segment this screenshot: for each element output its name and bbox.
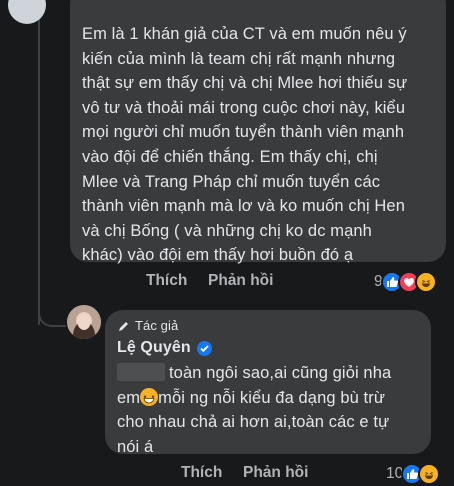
reply-line-1: toàn ngôi sao,ai cũng giỏi nha [169, 364, 392, 382]
thread-line-vertical [38, 0, 40, 325]
like-button[interactable]: Thích [146, 272, 187, 290]
comment-line: và chị Bống ( và những chị ko dc mạnh [82, 221, 372, 240]
comment-line: kiến của mình là team chị rất mạnh nhưng [82, 49, 396, 68]
reply-line-2-suffix: mỗi ng nỗi kiểu đa dạng bù trừ [158, 388, 385, 407]
grin-emoji-icon [140, 387, 159, 406]
comment-line: thành viên mạnh mà lơ và ko muốn chị Hen [82, 197, 405, 216]
author-badge-label: Tác giả [135, 318, 179, 333]
haha-icon [418, 463, 441, 485]
commenter-avatar[interactable] [8, 0, 46, 24]
verified-badge-icon [196, 340, 212, 356]
reply-bubble: Tác giả Lệ Quyên toàn ngôi sao,ai cũng g… [105, 310, 431, 456]
reply-line-2-prefix: em [117, 388, 141, 407]
reply-line: nói á [117, 437, 154, 456]
haha-icon [414, 271, 437, 293]
comment-line: mọi người chỉ muốn tuyển thành viên mạnh [82, 123, 405, 142]
reply-like-button[interactable]: Thích [181, 464, 222, 482]
comment-line: khác) vào đội em thấy hơi buồn đó ạ [82, 246, 354, 265]
comment-line: thật sự em thấy chị và chị Mlee hơi thiế… [82, 74, 408, 93]
reply-button[interactable]: Phản hồi [208, 272, 273, 290]
reply-reactions[interactable]: 10 [386, 463, 441, 485]
thread-line-curve [38, 295, 66, 327]
author-name-row: Lệ Quyên [117, 338, 419, 358]
reply-reply-button[interactable]: Phản hồi [243, 464, 308, 482]
comment-bubble: Em là 1 khán giả của CT và em muốn nêu ý… [70, 0, 446, 264]
reply-line: em mỗi ng nỗi kiểu đa dạng bù trừ [117, 386, 419, 411]
comment-line: vào đội để chiến thắng. Em thấy chị, chị [82, 147, 378, 166]
reply-line: toàn ngôi sao,ai cũng giỏi nha [117, 361, 419, 386]
author-avatar[interactable] [67, 305, 101, 339]
comment-line: vô tư và thoải mái trong cuộc chơi này, … [82, 98, 406, 117]
author-name[interactable]: Lệ Quyên [117, 338, 191, 358]
pencil-icon [119, 321, 128, 331]
comment-line: Em là 1 khán giả của CT và em muốn nêu ý [82, 25, 407, 43]
reply-text: toàn ngôi sao,ai cũng giỏi nha em mỗi ng… [117, 361, 419, 459]
comment-line: Mlee và Trang Pháp chỉ muốn tuyển các [82, 172, 381, 191]
comment-reactions[interactable]: 9 [374, 271, 437, 293]
reply-line: cho nhau chả ai hơn ai,toàn các e tự [117, 413, 390, 432]
redacted-mention [117, 363, 165, 381]
author-badge: Tác giả [117, 318, 419, 334]
